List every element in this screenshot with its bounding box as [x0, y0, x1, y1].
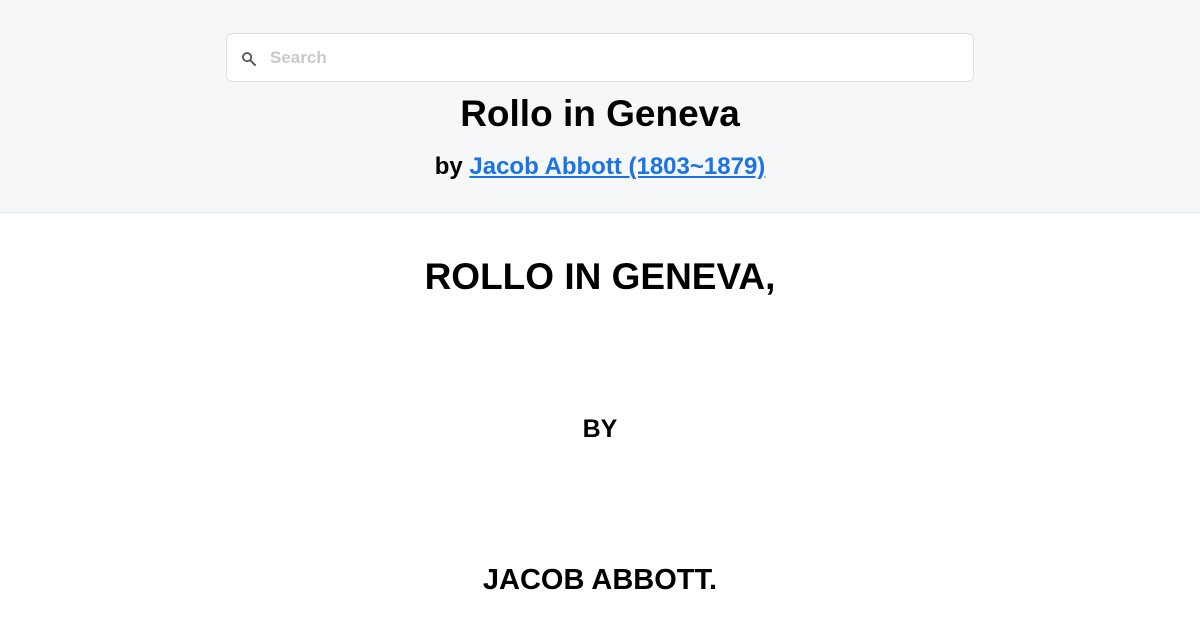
- byline-prefix: by: [434, 153, 470, 180]
- author-link[interactable]: Jacob Abbott (1803~1879): [469, 153, 765, 180]
- page-header: Rollo in Geneva by Jacob Abbott (1803~18…: [0, 0, 1200, 213]
- byline: by Jacob Abbott (1803~1879): [0, 152, 1200, 182]
- search-box[interactable]: [226, 33, 974, 82]
- book-title: Rollo in Geneva: [460, 93, 740, 134]
- search-input[interactable]: [270, 34, 960, 81]
- search-icon: [242, 52, 256, 66]
- content-author: JACOB ABBOTT.: [482, 564, 718, 596]
- content-title: ROLLO IN GENEVA,: [424, 256, 776, 297]
- content-by: BY: [582, 415, 618, 443]
